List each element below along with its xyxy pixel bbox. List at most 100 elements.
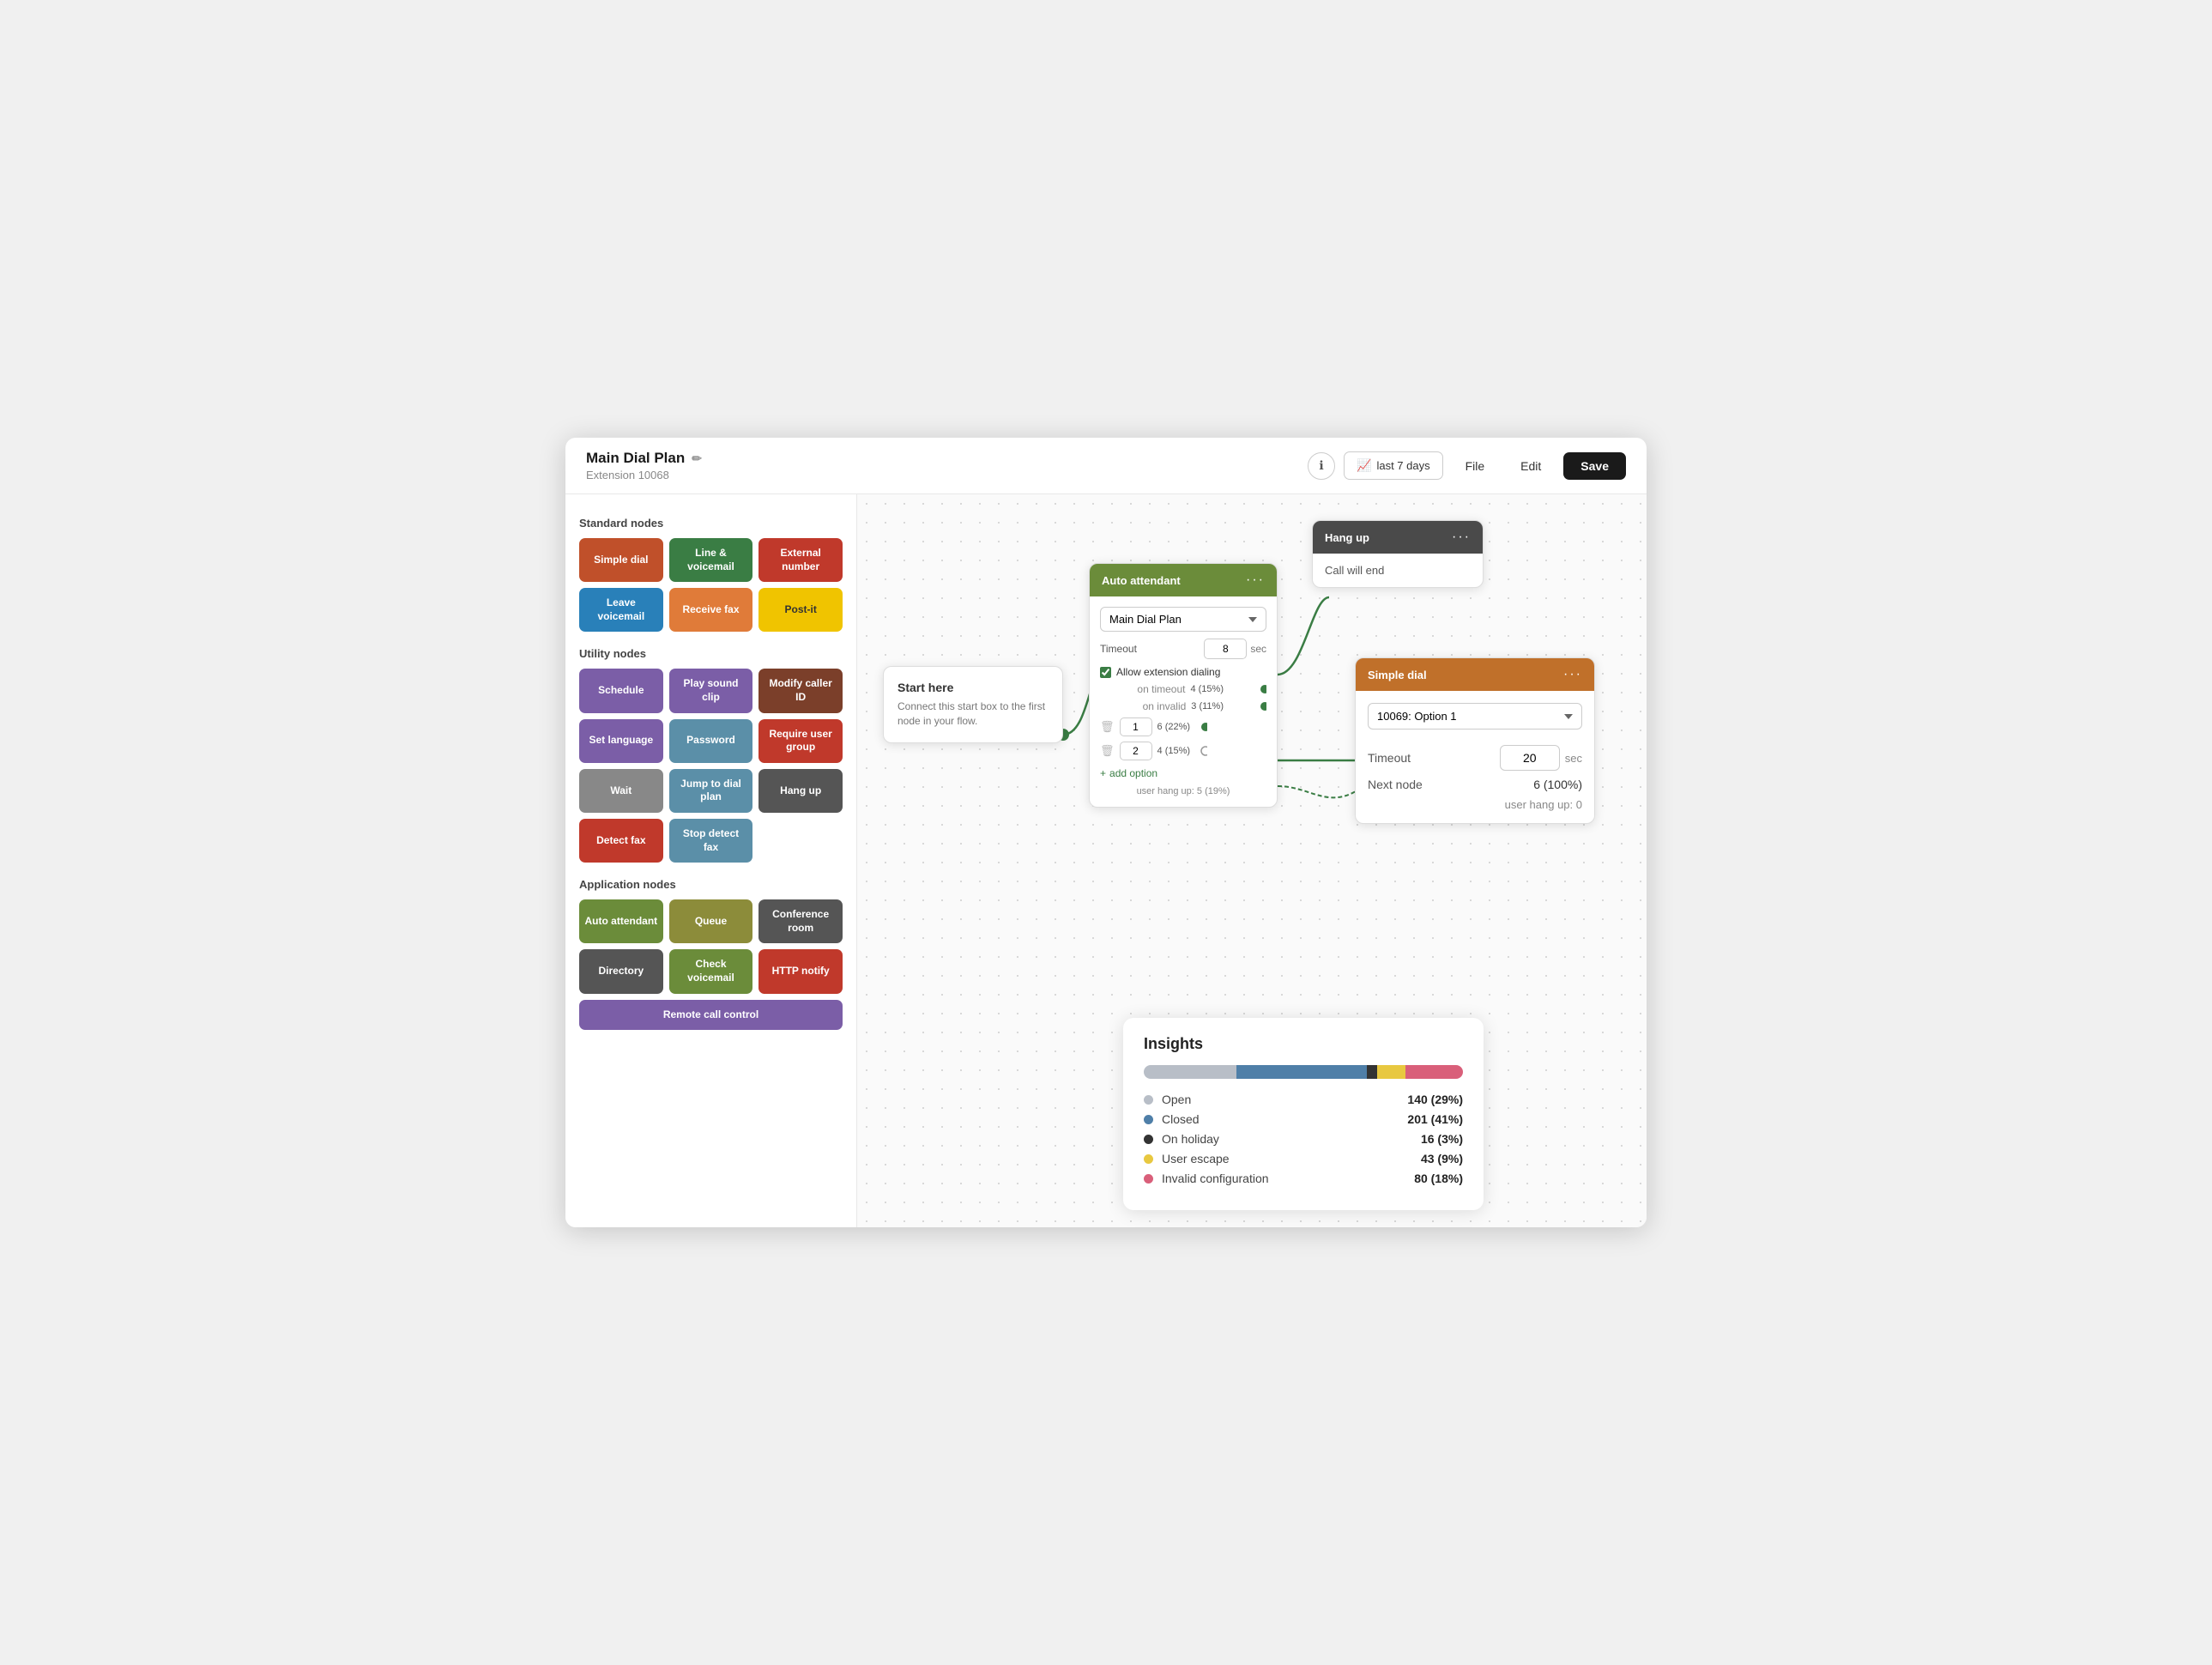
auto-attendant-dropdown[interactable]: Main Dial Plan — [1100, 607, 1266, 632]
node-stop-detect-fax[interactable]: Stop detect fax — [669, 819, 753, 863]
option2-input[interactable] — [1120, 742, 1152, 760]
node-password[interactable]: Password — [669, 719, 753, 763]
auto-attendant-title: Auto attendant — [1102, 574, 1181, 587]
insight-row-invalid: Invalid configuration 80 (18%) — [1144, 1172, 1463, 1185]
bar-invalid — [1405, 1065, 1463, 1079]
insights-panel: Insights Open 140 (29%) Closed 201 (41 — [1123, 1018, 1484, 1210]
insight-dot-open — [1144, 1095, 1153, 1105]
add-option-icon: + — [1100, 767, 1106, 779]
node-schedule[interactable]: Schedule — [579, 669, 663, 712]
on-timeout-row: on timeout 4 (15%) — [1100, 683, 1266, 695]
save-button[interactable]: Save — [1563, 452, 1626, 480]
bar-open — [1144, 1065, 1236, 1079]
auto-attendant-menu[interactable]: ··· — [1246, 572, 1265, 588]
insight-row-escape: User escape 43 (9%) — [1144, 1152, 1463, 1166]
node-play-sound[interactable]: Play sound clip — [669, 669, 753, 712]
node-check-voicemail[interactable]: Check voicemail — [669, 949, 753, 993]
node-detect-fax[interactable]: Detect fax — [579, 819, 663, 863]
node-directory[interactable]: Directory — [579, 949, 663, 993]
top-bar: Main Dial Plan ✏ Extension 10068 ℹ 📈 las… — [565, 438, 1647, 494]
bar-escape — [1377, 1065, 1405, 1079]
insight-value-invalid: 80 (18%) — [1414, 1172, 1463, 1185]
option2-row: 🗑 4 (15%) — [1100, 742, 1266, 760]
hang-up-title: Hang up — [1325, 531, 1369, 544]
node-hang-up[interactable]: Hang up — [758, 769, 843, 813]
timeout-input[interactable] — [1204, 639, 1247, 659]
insights-bar — [1144, 1065, 1463, 1079]
node-require-user[interactable]: Require user group — [758, 719, 843, 763]
option1-input[interactable] — [1120, 717, 1152, 736]
bar-closed — [1236, 1065, 1368, 1079]
analytics-label: last 7 days — [1376, 459, 1429, 472]
sd-timeout-input[interactable] — [1500, 745, 1560, 771]
start-node-desc: Connect this start box to the first node… — [897, 699, 1049, 729]
bar-holiday — [1367, 1065, 1376, 1079]
node-leave-voicemail[interactable]: Leave voicemail — [579, 588, 663, 632]
utility-nodes-title: Utility nodes — [579, 647, 843, 660]
insight-label-escape: User escape — [1162, 1152, 1421, 1166]
add-option-label: add option — [1109, 767, 1157, 779]
node-external-number[interactable]: External number — [758, 538, 843, 582]
on-invalid-label: on invalid — [1100, 700, 1186, 712]
file-button[interactable]: File — [1452, 453, 1499, 479]
info-button[interactable]: ℹ — [1308, 452, 1335, 480]
add-option-btn[interactable]: + add option — [1100, 767, 1266, 779]
node-wait[interactable]: Wait — [579, 769, 663, 813]
node-line-voicemail[interactable]: Line & voicemail — [669, 538, 753, 582]
node-queue[interactable]: Queue — [669, 899, 753, 943]
on-timeout-stat: 4 (15%) — [1190, 684, 1224, 694]
node-remote-call-control[interactable]: Remote call control — [579, 1000, 843, 1031]
timeout-label: Timeout — [1100, 643, 1204, 655]
hang-up-menu[interactable]: ··· — [1452, 530, 1471, 545]
insight-value-escape: 43 (9%) — [1421, 1152, 1463, 1166]
node-conference-room[interactable]: Conference room — [758, 899, 843, 943]
sd-next-row: Next node 6 (100%) — [1368, 778, 1582, 791]
hang-up-body: Call will end — [1313, 554, 1483, 587]
analytics-button[interactable]: 📈 last 7 days — [1344, 451, 1443, 480]
insight-dot-closed — [1144, 1115, 1153, 1124]
node-post-it[interactable]: Post-it — [758, 588, 843, 632]
node-auto-attendant[interactable]: Auto attendant — [579, 899, 663, 943]
simple-dial-title: Simple dial — [1368, 669, 1427, 681]
option2-stat: 4 (15%) — [1157, 746, 1191, 756]
sd-timeout-row: Timeout sec — [1368, 745, 1582, 771]
on-invalid-stat: 3 (11%) — [1191, 701, 1224, 711]
sd-next-stat: 6 (100%) — [1533, 778, 1582, 791]
node-receive-fax[interactable]: Receive fax — [669, 588, 753, 632]
option1-delete[interactable]: 🗑 — [1100, 720, 1115, 734]
hang-up-node: Hang up ··· Call will end — [1312, 520, 1484, 588]
edit-button[interactable]: Edit — [1507, 453, 1555, 479]
edit-title-icon[interactable]: ✏ — [692, 451, 702, 466]
insight-dot-invalid — [1144, 1174, 1153, 1184]
insight-row-holiday: On holiday 16 (3%) — [1144, 1132, 1463, 1146]
node-modify-caller[interactable]: Modify caller ID — [758, 669, 843, 712]
node-jump-dial[interactable]: Jump to dial plan — [669, 769, 753, 813]
app-subtitle: Extension 10068 — [586, 469, 1297, 481]
application-nodes-grid: Auto attendant Queue Conference room Dir… — [579, 899, 843, 1030]
auto-attendant-body: Main Dial Plan Timeout sec Allow extensi… — [1090, 596, 1277, 807]
auto-attendant-hangup-stat: user hang up: 5 (19%) — [1100, 786, 1266, 796]
insight-row-open: Open 140 (29%) — [1144, 1093, 1463, 1106]
node-simple-dial[interactable]: Simple dial — [579, 538, 663, 582]
flow-canvas: Start here Connect this start box to the… — [857, 494, 1647, 1227]
top-actions: ℹ 📈 last 7 days File Edit Save — [1308, 451, 1626, 480]
simple-dial-menu[interactable]: ··· — [1563, 667, 1582, 682]
option2-connector — [1195, 745, 1207, 757]
sd-hangup-stat: user hang up: 0 — [1368, 798, 1582, 811]
sd-next-label: Next node — [1368, 778, 1533, 791]
insight-value-open: 140 (29%) — [1407, 1093, 1463, 1106]
node-http-notify[interactable]: HTTP notify — [758, 949, 843, 993]
simple-dial-body: 10069: Option 1 Timeout sec Next node 6 … — [1356, 691, 1594, 823]
option2-delete[interactable]: 🗑 — [1100, 744, 1115, 758]
app-title-row: Main Dial Plan ✏ — [586, 450, 1297, 467]
allow-extension-checkbox[interactable] — [1100, 667, 1111, 678]
main-window: Main Dial Plan ✏ Extension 10068 ℹ 📈 las… — [565, 438, 1647, 1227]
analytics-icon: 📈 — [1357, 458, 1371, 473]
insight-label-holiday: On holiday — [1162, 1132, 1421, 1146]
on-invalid-connector — [1254, 700, 1266, 712]
on-timeout-label: on timeout — [1100, 683, 1185, 695]
simple-dial-dropdown[interactable]: 10069: Option 1 — [1368, 703, 1582, 730]
standard-nodes-title: Standard nodes — [579, 517, 843, 530]
insight-label-open: Open — [1162, 1093, 1407, 1106]
node-set-language[interactable]: Set language — [579, 719, 663, 763]
